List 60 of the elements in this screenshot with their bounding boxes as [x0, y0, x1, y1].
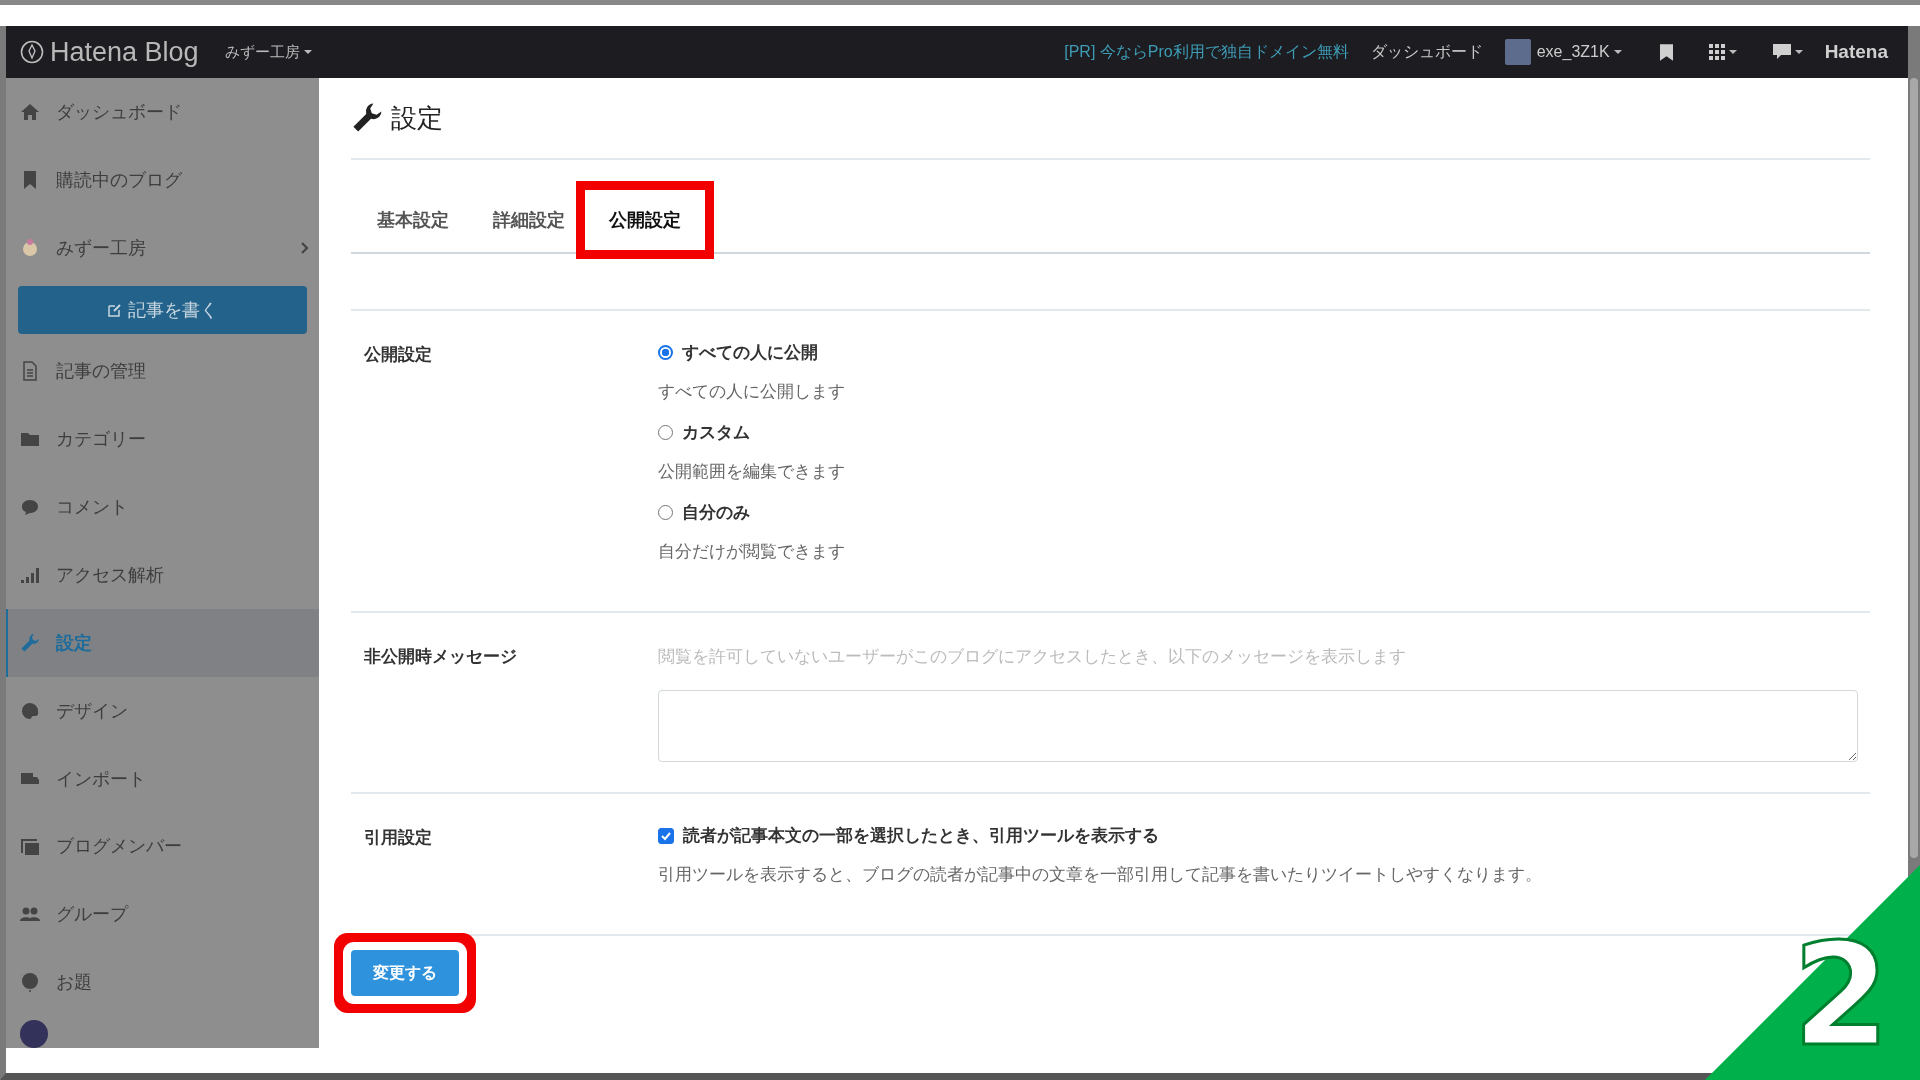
option-description: 引用ツールを表示すると、ブログの読者が記事中の文章を一部引用して記事を書いたりツイートしやすくなります。 — [658, 864, 1543, 886]
user-menu[interactable]: exe_3Z1K — [1504, 39, 1622, 65]
document-icon — [20, 361, 40, 382]
question-icon — [20, 972, 40, 993]
dashboard-link[interactable]: ダッシュボード — [1370, 41, 1483, 63]
checkbox[interactable] — [658, 827, 674, 844]
sidebar-item[interactable]: お題 — [6, 948, 319, 1016]
tab[interactable]: 詳細設定 — [475, 196, 583, 244]
field-hint: 閲覧を許可していないユーザーがこのブログにアクセスしたとき、以下のメッセージを表示します — [658, 646, 1407, 668]
blog-logo[interactable]: Hatena Blog — [50, 36, 199, 68]
comment-icon — [20, 497, 40, 518]
caret-icon — [303, 50, 312, 54]
sidebar-item[interactable]: コメント — [6, 473, 319, 542]
caret-icon — [1613, 50, 1622, 54]
wrench-icon — [20, 632, 40, 653]
sidebar-item[interactable]: 記事の管理 — [6, 337, 319, 406]
tab[interactable]: 基本設定 — [359, 196, 467, 244]
member-icon — [20, 836, 40, 857]
radio-option[interactable]: すべての人に公開 — [658, 341, 818, 364]
edit-icon — [107, 302, 122, 317]
sidebar-item[interactable]: みずー工房 — [6, 213, 319, 282]
speech-bubble-icon[interactable] — [1772, 44, 1803, 60]
grid-menu-icon[interactable] — [1708, 44, 1737, 60]
page-title: 設定 — [391, 101, 443, 135]
write-article-button[interactable]: 記事を書く — [18, 285, 307, 334]
sidebar-item[interactable]: ブログメンバー — [6, 812, 319, 881]
option-description: すべての人に公開します — [658, 381, 846, 403]
radio-option[interactable]: カスタム — [658, 421, 750, 444]
bookmark-icon[interactable] — [1659, 43, 1673, 61]
radio-option[interactable]: 自分のみ — [658, 501, 750, 524]
radio-button[interactable] — [658, 345, 673, 360]
radio-button[interactable] — [658, 425, 673, 440]
avatar-placeholder — [1504, 39, 1531, 65]
avatar-icon — [20, 237, 40, 258]
field-label: 公開設定 — [364, 344, 433, 366]
radio-button[interactable] — [658, 505, 673, 520]
sidebar-item[interactable]: カテゴリー — [6, 405, 319, 474]
pen-nib-icon — [20, 40, 44, 64]
bars-icon — [20, 565, 40, 585]
step-number: 2 — [1792, 926, 1890, 1066]
scrollbar-thumb[interactable] — [1910, 78, 1918, 858]
sidebar-item[interactable]: アクセス解析 — [6, 541, 319, 609]
promo-link[interactable]: [PR] 今ならPro利用で独自ドメイン無料 — [1064, 41, 1349, 63]
blog-menu[interactable]: みずー工房 — [224, 42, 312, 62]
field-label: 非公開時メッセージ — [364, 646, 518, 668]
home-icon — [20, 101, 40, 122]
option-description: 自分だけが閲覧できます — [658, 541, 846, 563]
sidebar-item[interactable]: グループ — [6, 880, 319, 949]
wrench-icon — [351, 102, 383, 134]
checkbox-option[interactable]: 読者が記事本文の一部を選択したとき、引用ツールを表示する — [658, 824, 1159, 847]
sidebar-item[interactable]: デザイン — [6, 676, 319, 745]
option-description: 公開範囲を編集できます — [658, 461, 846, 483]
sidebar-item[interactable]: 購読中のブログ — [6, 145, 319, 214]
chevron-right-icon — [301, 241, 309, 254]
sidebar-item[interactable]: ダッシュボード — [6, 78, 319, 146]
sidebar-item[interactable]: インポート — [6, 744, 319, 813]
field-label: 引用設定 — [364, 827, 433, 849]
palette-icon — [20, 700, 40, 721]
brand-logo[interactable]: Hatena — [1824, 41, 1888, 63]
avatar-placeholder — [20, 1019, 48, 1048]
